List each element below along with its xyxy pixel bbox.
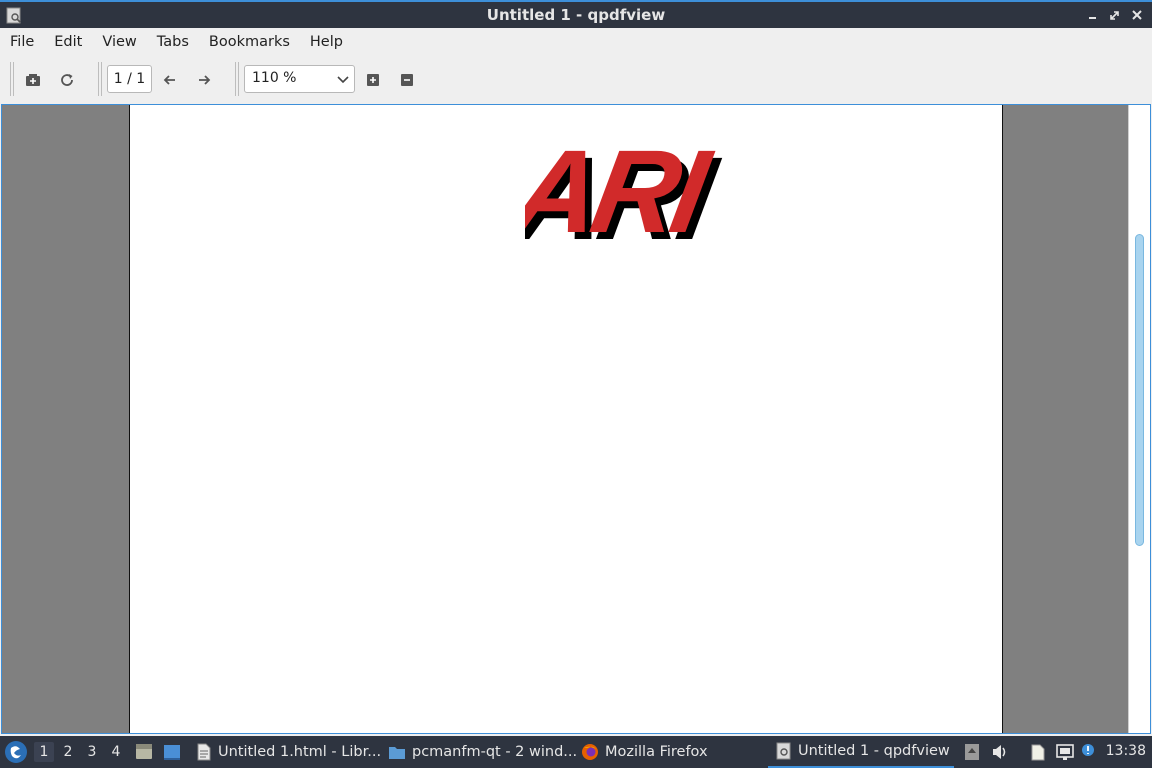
- menu-tabs[interactable]: Tabs: [147, 34, 199, 50]
- task-libreoffice[interactable]: Untitled 1.html - Libr...: [196, 736, 381, 768]
- clock[interactable]: 13:38: [1106, 743, 1146, 759]
- desktop-4[interactable]: 4: [106, 742, 126, 762]
- task-label: Untitled 1 - qpdfview: [798, 743, 950, 759]
- folder-icon: [389, 747, 405, 759]
- zoom-select[interactable]: 110 %: [244, 65, 355, 93]
- zoom-in-button[interactable]: [360, 67, 386, 93]
- minimize-icon[interactable]: [1084, 6, 1102, 24]
- menu-help[interactable]: Help: [300, 34, 353, 50]
- task-firefox[interactable]: Mozilla Firefox: [581, 736, 708, 768]
- desktop-3[interactable]: 3: [82, 742, 102, 762]
- close-icon[interactable]: [1128, 6, 1146, 24]
- open-file-button[interactable]: [20, 67, 46, 93]
- toolbar-grip[interactable]: [98, 62, 102, 96]
- chevron-down-icon: [337, 76, 349, 84]
- task-qpdfview[interactable]: Untitled 1 - qpdfview: [768, 736, 954, 768]
- file-manager-icon[interactable]: [134, 742, 154, 762]
- maximize-icon[interactable]: [1106, 6, 1124, 24]
- page-number-field[interactable]: 1 / 1: [107, 65, 152, 93]
- toolbar-grip[interactable]: [10, 62, 14, 96]
- task-label: pcmanfm-qt - 2 wind...: [412, 744, 578, 760]
- show-desktop-icon[interactable]: [162, 742, 182, 762]
- menu-file[interactable]: File: [0, 34, 44, 50]
- menu-bookmarks[interactable]: Bookmarks: [199, 34, 300, 50]
- menu-edit[interactable]: Edit: [44, 34, 92, 50]
- toolbar-grip[interactable]: [235, 62, 239, 96]
- taskbar: 1 2 3 4 Untitled 1.html - Libr... pcmanf…: [0, 736, 1152, 768]
- arrow-right-icon: [199, 75, 211, 85]
- document-viewport[interactable]: ARI ARI: [1, 104, 1151, 734]
- arrow-left-icon: [163, 75, 175, 85]
- logo-text: ARI: [525, 126, 721, 254]
- scrollbar-thumb[interactable]: [1135, 234, 1144, 546]
- toolbar: 1 / 1 110 %: [0, 56, 1152, 104]
- menu-view[interactable]: View: [92, 34, 146, 50]
- zoom-in-icon: [367, 74, 379, 86]
- task-label: Untitled 1.html - Libr...: [218, 744, 382, 760]
- task-label: Mozilla Firefox: [605, 744, 708, 760]
- document-icon: [197, 743, 211, 761]
- previous-page-button[interactable]: [157, 67, 183, 93]
- open-file-icon: [26, 74, 40, 86]
- title-bar: Untitled 1 - qpdfview: [0, 0, 1152, 28]
- zoom-out-button[interactable]: [394, 67, 420, 93]
- document-viewer-icon[interactable]: [6, 7, 22, 24]
- document-viewer-icon: [776, 742, 791, 760]
- ari-logo: ARI ARI: [525, 126, 728, 254]
- next-page-button[interactable]: [191, 67, 217, 93]
- notification-icon[interactable]: [1080, 742, 1100, 762]
- volume-icon[interactable]: [990, 742, 1010, 762]
- tray-arrow-icon[interactable]: [962, 742, 982, 762]
- zoom-out-icon: [401, 74, 413, 86]
- firefox-icon: [582, 744, 598, 760]
- refresh-icon: [61, 74, 73, 86]
- window-title: Untitled 1 - qpdfview: [486, 6, 666, 24]
- vertical-scrollbar[interactable]: [1128, 105, 1150, 733]
- desktop-1[interactable]: 1: [34, 742, 54, 762]
- clipboard-icon[interactable]: [1028, 742, 1048, 762]
- task-pcmanfm[interactable]: pcmanfm-qt - 2 wind...: [388, 736, 577, 768]
- document-page: ARI ARI: [129, 105, 1003, 733]
- menu-bar: File Edit View Tabs Bookmarks Help: [0, 28, 1152, 56]
- start-menu-icon[interactable]: [4, 740, 28, 764]
- window-controls: [1084, 6, 1146, 24]
- refresh-button[interactable]: [54, 67, 80, 93]
- zoom-value: 110 %: [252, 70, 297, 86]
- network-icon[interactable]: [1055, 742, 1075, 762]
- desktop-2[interactable]: 2: [58, 742, 78, 762]
